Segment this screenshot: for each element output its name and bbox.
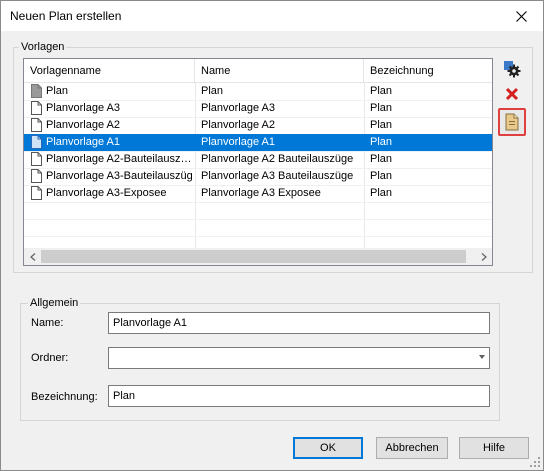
scroll-right-button[interactable] (475, 248, 492, 265)
column-header-vorlagenname[interactable]: Vorlagenname (24, 59, 195, 83)
cell-vorlagenname: Planvorlage A3-Bauteilauszüge (46, 170, 192, 182)
row-divider (24, 219, 492, 220)
cell-bezeichnung: Plan (370, 119, 393, 131)
cell-bezeichnung: Plan (370, 187, 393, 199)
cell-bezeichnung: Plan (370, 153, 393, 165)
cell-name: Planvorlage A1 (201, 136, 275, 148)
scroll-thumb[interactable] (41, 250, 466, 263)
table-row[interactable]: Planvorlage A1 Planvorlage A1 Plan (24, 134, 492, 151)
window-title: Neuen Plan erstellen (10, 9, 122, 23)
cell-vorlagenname: Planvorlage A3 (46, 102, 120, 114)
document-icon (31, 169, 42, 183)
cell-name: Planvorlage A3 Bauteilauszüge (201, 170, 354, 182)
bezeichnung-input[interactable]: Plan (108, 385, 490, 407)
table-row[interactable]: Planvorlage A3 Planvorlage A3 Plan (24, 100, 492, 117)
abbrechen-button[interactable]: Abbrechen (376, 437, 448, 459)
table-row[interactable]: Planvorlage A2 Planvorlage A2 Plan (24, 117, 492, 134)
document-icon (31, 152, 42, 166)
cell-bezeichnung: Plan (370, 136, 393, 148)
templates-table: Vorlagenname Name Bezeichnung Plan Plan Pl… (23, 58, 493, 266)
document-icon (31, 186, 42, 200)
horizontal-scrollbar[interactable] (24, 248, 492, 265)
cell-name: Planvorlage A3 (201, 102, 275, 114)
cell-bezeichnung: Plan (370, 170, 393, 182)
cell-name: Plan (201, 85, 224, 97)
chevron-left-icon (29, 252, 35, 261)
name-label: Name: (31, 317, 64, 329)
document-icon (31, 101, 42, 115)
close-icon (515, 10, 527, 22)
cell-vorlagenname: Planvorlage A1 (46, 136, 120, 148)
cell-bezeichnung: Plan (370, 85, 393, 97)
column-header-bezeichnung[interactable]: Bezeichnung (364, 59, 492, 83)
dialog-window: Neuen Plan erstellen Vorlagen Vorlagenna… (0, 0, 544, 471)
cell-name: Planvorlage A3 Exposee (201, 187, 321, 199)
gray-document-icon (31, 84, 42, 98)
allgemein-legend: Allgemein (28, 297, 81, 309)
ordner-combobox[interactable] (108, 347, 490, 369)
table-row[interactable]: Planvorlage A2-Bauteilausz… Planvorlage A… (24, 151, 492, 168)
new-document-button[interactable] (498, 108, 526, 136)
hilfe-button[interactable]: Hilfe (459, 437, 529, 459)
settings-button[interactable] (501, 58, 523, 80)
resize-grip-icon[interactable] (530, 457, 540, 467)
new-document-icon (505, 113, 519, 131)
cell-name: Planvorlage A2 Bauteilauszüge (201, 153, 354, 165)
bezeichnung-label: Bezeichnung: (31, 391, 98, 403)
name-input[interactable]: Planvorlage A1 (108, 312, 490, 334)
settings-gear-icon (504, 61, 521, 78)
table-row[interactable]: Planvorlage A3-Bauteilauszüge Planvorlage… (24, 168, 492, 185)
chevron-right-icon (481, 252, 487, 261)
row-divider (24, 236, 492, 237)
cell-vorlagenname: Plan (46, 85, 69, 97)
close-button[interactable] (499, 1, 543, 31)
cell-vorlagenname: Planvorlage A2 (46, 119, 120, 131)
column-header-name[interactable]: Name (195, 59, 364, 83)
document-icon (31, 118, 42, 132)
delete-x-icon (505, 87, 519, 101)
cell-vorlagenname: Planvorlage A3-Exposee (46, 187, 167, 199)
ok-button[interactable]: OK (293, 437, 363, 459)
delete-button[interactable] (501, 83, 523, 105)
ordner-label: Ordner: (31, 352, 69, 364)
row-divider (24, 202, 492, 203)
table-header: Vorlagenname Name Bezeichnung (24, 59, 492, 83)
table-row[interactable]: Planvorlage A3-Exposee Planvorlage A3 Exp… (24, 185, 492, 202)
scroll-left-button[interactable] (24, 248, 41, 265)
title-bar: Neuen Plan erstellen (1, 1, 543, 31)
vorlagen-legend: Vorlagen (19, 41, 67, 53)
blue-document-icon (31, 135, 42, 149)
cell-bezeichnung: Plan (370, 102, 393, 114)
table-row[interactable]: Plan Plan Plan (24, 83, 492, 100)
cell-vorlagenname: Planvorlage A2-Bauteilausz… (46, 153, 192, 165)
dropdown-arrow-icon[interactable] (479, 355, 485, 359)
cell-name: Planvorlage A2 (201, 119, 275, 131)
